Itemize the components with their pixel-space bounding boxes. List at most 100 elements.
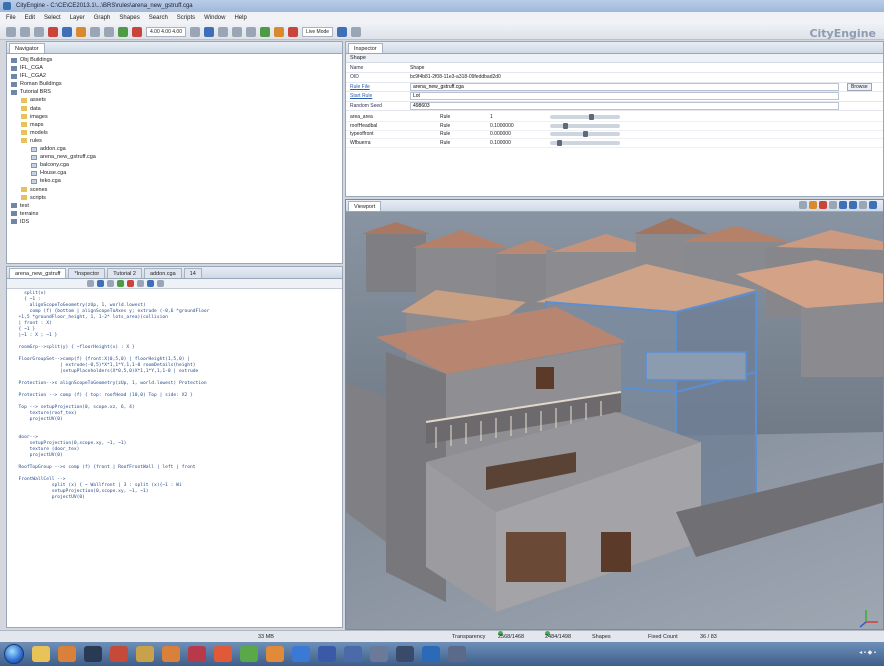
viewport-panel[interactable]: Viewport bbox=[345, 199, 884, 630]
tree-item[interactable]: IFL_CGA bbox=[11, 64, 342, 72]
grid-icon[interactable] bbox=[849, 201, 857, 209]
save-icon[interactable] bbox=[20, 26, 30, 37]
cleanup-icon[interactable] bbox=[132, 26, 142, 37]
shading-icon[interactable] bbox=[819, 201, 827, 209]
word-icon[interactable] bbox=[422, 646, 440, 662]
start-button[interactable] bbox=[4, 644, 24, 664]
tab-inspector-mini[interactable]: *Inspector bbox=[68, 268, 106, 278]
tree-item[interactable]: scenes bbox=[11, 186, 342, 194]
menu-scripts[interactable]: Scripts bbox=[177, 15, 195, 21]
export-icon[interactable] bbox=[351, 26, 362, 37]
network-icon[interactable] bbox=[259, 26, 270, 37]
format-icon[interactable] bbox=[137, 280, 144, 287]
tree-item[interactable]: models bbox=[11, 129, 342, 137]
tree-item[interactable]: Obj Buildings bbox=[11, 56, 342, 64]
redo-icon[interactable] bbox=[97, 280, 104, 287]
random-seed-input[interactable] bbox=[410, 101, 839, 110]
tab-inspector[interactable]: Inspector bbox=[348, 43, 383, 53]
folder-icon[interactable] bbox=[136, 646, 154, 662]
stop-icon[interactable] bbox=[287, 26, 298, 37]
attr-slider[interactable] bbox=[550, 139, 620, 146]
live-mode-toggle[interactable]: Live Mode bbox=[301, 26, 334, 37]
3d-scene[interactable] bbox=[346, 212, 884, 630]
coords-field[interactable]: 4.00 4.00 4.00 bbox=[146, 26, 186, 37]
scale-icon[interactable] bbox=[104, 26, 114, 37]
camera-icon[interactable] bbox=[799, 201, 807, 209]
tree-item[interactable]: IFL_CGA2 bbox=[11, 72, 342, 80]
menu-shapes[interactable]: Shapes bbox=[119, 15, 139, 21]
attr-slider[interactable] bbox=[550, 131, 620, 138]
tab-addon[interactable]: addon.cga bbox=[143, 268, 182, 278]
system-tray[interactable]: ◂ ▪ ◆ ▪ bbox=[859, 649, 876, 656]
tree-item[interactable]: scripts bbox=[11, 194, 342, 202]
cityengine-icon[interactable] bbox=[344, 646, 362, 662]
tab-navigator[interactable]: Navigator bbox=[9, 43, 45, 53]
tree-item[interactable]: test bbox=[11, 202, 342, 210]
tab-viewport[interactable]: Viewport bbox=[348, 201, 382, 211]
office-icon[interactable] bbox=[188, 646, 206, 662]
rotate-icon[interactable] bbox=[90, 26, 100, 37]
menu-edit[interactable]: Edit bbox=[25, 15, 35, 21]
slider-thumb[interactable] bbox=[556, 139, 562, 146]
select-icon[interactable] bbox=[62, 26, 72, 37]
calc-icon[interactable] bbox=[448, 646, 466, 662]
frame-icon[interactable] bbox=[203, 26, 214, 37]
run-icon[interactable] bbox=[117, 280, 124, 287]
start-rule-input[interactable] bbox=[410, 92, 839, 101]
start-rule-link[interactable]: Start Rule bbox=[346, 91, 406, 102]
attr-value[interactable]: 0.000000 bbox=[486, 130, 546, 139]
textures-icon[interactable] bbox=[839, 201, 847, 209]
outline-icon[interactable] bbox=[107, 280, 114, 287]
generate-icon[interactable] bbox=[118, 26, 128, 37]
code-area[interactable]: split(x) { ~1 : alignScopeToGeometry(zUp… bbox=[7, 289, 342, 501]
render-icon[interactable] bbox=[337, 26, 348, 37]
browse-button[interactable]: Browse bbox=[847, 82, 872, 91]
slider-thumb[interactable] bbox=[589, 114, 594, 120]
delete-icon[interactable] bbox=[48, 26, 58, 37]
menu-layer[interactable]: Layer bbox=[70, 15, 85, 21]
link-icon[interactable] bbox=[147, 280, 154, 287]
terminal-icon[interactable] bbox=[84, 646, 102, 662]
explorer-icon[interactable] bbox=[32, 646, 50, 662]
attr-value[interactable]: 0.1000000 bbox=[486, 121, 546, 131]
attr-slider[interactable] bbox=[550, 114, 620, 120]
stop-icon[interactable] bbox=[127, 280, 134, 287]
tab-overflow[interactable]: 14 bbox=[183, 268, 202, 278]
tree-item[interactable]: addon.cga bbox=[11, 145, 342, 153]
console-icon[interactable] bbox=[396, 646, 414, 662]
menu-help[interactable]: Help bbox=[234, 15, 246, 21]
find-icon[interactable] bbox=[157, 280, 164, 287]
photo-icon[interactable] bbox=[162, 646, 180, 662]
tree-item[interactable]: rules bbox=[11, 137, 342, 145]
slider-thumb[interactable] bbox=[563, 122, 568, 129]
search-icon[interactable] bbox=[245, 26, 256, 37]
chart-icon[interactable] bbox=[240, 646, 258, 662]
menu-select[interactable]: Select bbox=[44, 15, 61, 21]
layer-icon[interactable] bbox=[231, 26, 242, 37]
tree-item[interactable]: House.cga bbox=[11, 169, 342, 177]
shape-icon[interactable] bbox=[273, 26, 284, 37]
tree-item[interactable]: Tutorial BRS bbox=[11, 88, 342, 96]
tree-item[interactable]: images bbox=[11, 113, 342, 121]
menu-graph[interactable]: Graph bbox=[94, 15, 111, 21]
bookmark-icon[interactable] bbox=[217, 26, 228, 37]
browser-icon[interactable] bbox=[266, 646, 284, 662]
wireframe-icon[interactable] bbox=[829, 201, 837, 209]
tree-item[interactable]: balcony.cga bbox=[11, 161, 342, 169]
camera-icon[interactable] bbox=[189, 26, 200, 37]
attr-value[interactable]: 1 bbox=[486, 113, 546, 122]
tree-item[interactable]: data bbox=[11, 105, 342, 113]
tool-icon[interactable] bbox=[370, 646, 388, 662]
slider-thumb[interactable] bbox=[582, 131, 588, 138]
media-icon[interactable] bbox=[58, 646, 76, 662]
tree-item[interactable]: maps bbox=[11, 121, 342, 129]
undo-icon[interactable] bbox=[87, 280, 94, 287]
attr-slider[interactable] bbox=[550, 122, 620, 129]
tree-item[interactable]: terrains bbox=[11, 210, 342, 218]
menu-file[interactable]: File bbox=[6, 15, 16, 21]
tab-tutorial[interactable]: Tutorial 2 bbox=[107, 268, 142, 278]
menu-window[interactable]: Window bbox=[204, 15, 225, 21]
move-icon[interactable] bbox=[76, 26, 86, 37]
open-icon[interactable] bbox=[34, 26, 44, 37]
new-icon[interactable] bbox=[6, 26, 16, 37]
